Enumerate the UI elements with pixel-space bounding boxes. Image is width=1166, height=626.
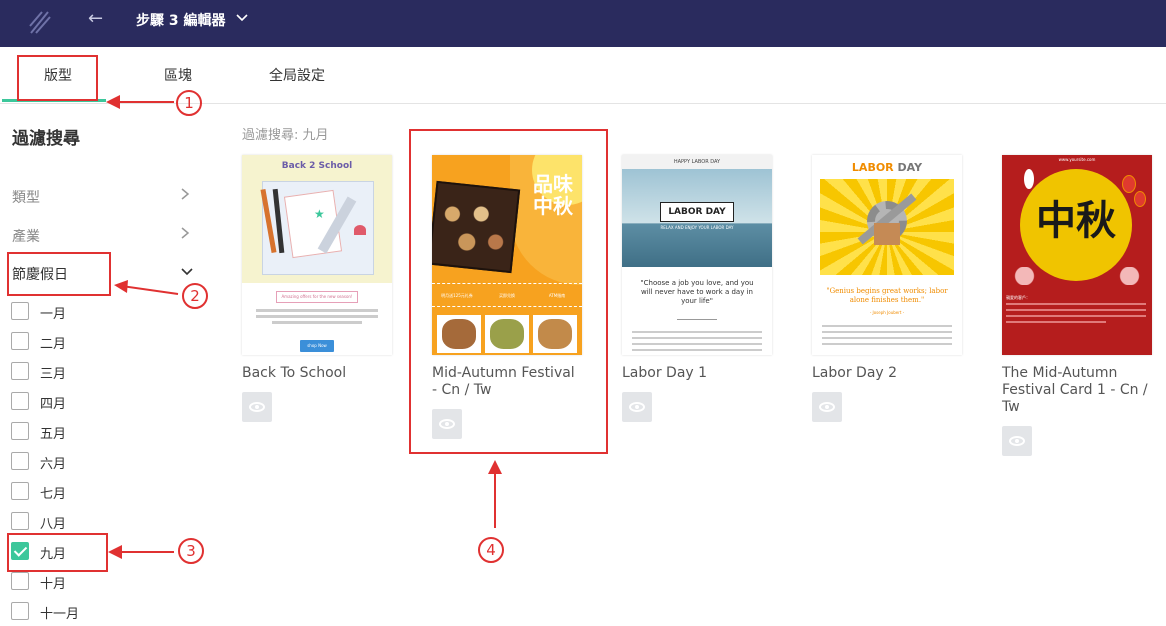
thumb-title: 中秋 (1036, 197, 1116, 244)
preview-eye-icon[interactable] (242, 392, 272, 422)
template-name: The Mid-Autumn Festival Card 1 - Cn / Tw (1002, 365, 1148, 415)
template-thumbnail-back-to-school[interactable]: Back 2 School ★ Amazing offers for the n… (242, 155, 392, 355)
checkbox[interactable] (11, 602, 29, 620)
filter-category-type[interactable]: 類型 (12, 187, 192, 207)
month-label: 六月 (40, 457, 67, 472)
filter-category-label: 類型 (12, 190, 40, 206)
preview-eye-icon[interactable] (812, 392, 842, 422)
annotation-box-layout-tab (17, 55, 98, 101)
thumb-greeting: 親愛的客戶： (1006, 295, 1030, 300)
checkbox[interactable] (11, 302, 29, 320)
thumb-banner: Back 2 School (281, 161, 353, 171)
checkbox[interactable] (11, 572, 29, 590)
preview-eye-icon[interactable] (622, 392, 652, 422)
annotation-box-september (7, 533, 108, 572)
checkbox[interactable] (11, 482, 29, 500)
checkbox[interactable] (11, 392, 29, 410)
tab-blocks[interactable]: 區塊 (164, 65, 192, 85)
thumb-title-a: LABOR (851, 161, 894, 174)
checkbox[interactable] (11, 422, 29, 440)
annotation-number: 1 (176, 90, 202, 116)
template-name: Labor Day 2 (812, 365, 898, 381)
annotation-arrow (106, 95, 174, 109)
chevron-down-icon (181, 268, 193, 276)
thumb-quote: "Genius begins great works; labor alone … (826, 287, 948, 304)
logo-icon (29, 11, 51, 34)
annotation-arrow (108, 545, 174, 559)
filter-category-label: 產業 (12, 229, 40, 245)
thumb-quote: "Choose a job you love, and you will nev… (640, 279, 754, 305)
top-bar: ← 步驟 3 編輯器 (0, 0, 1166, 47)
month-label: 十月 (40, 577, 67, 592)
template-name: Labor Day 1 (622, 365, 708, 381)
thumb-offer-box: Amazing offers for the new season! (276, 291, 358, 303)
checkbox[interactable] (11, 452, 29, 470)
month-label: 五月 (40, 427, 67, 442)
chevron-right-icon (181, 227, 190, 239)
thumb-url: www.yoursite.com (1058, 157, 1096, 162)
preview-eye-icon[interactable] (1002, 426, 1032, 456)
month-label: 七月 (40, 487, 67, 502)
month-label: 八月 (40, 517, 67, 532)
tab-global-settings[interactable]: 全局設定 (269, 65, 325, 85)
filter-category-industry[interactable]: 產業 (12, 226, 192, 246)
annotation-box-holidays (7, 252, 111, 296)
checkbox[interactable] (11, 362, 29, 380)
thumb-top: HAPPY LABOR DAY (622, 155, 772, 169)
checkbox[interactable] (11, 512, 29, 530)
thumb-shop-button: shop Now (300, 340, 334, 352)
template-thumbnail-labor-day-1[interactable]: HAPPY LABOR DAY LABOR DAY RELAX AND ENJO… (622, 155, 772, 355)
filter-title: 過濾搜尋 (12, 129, 80, 149)
step-title: 步驟 3 編輯器 (136, 13, 226, 29)
month-label: 一月 (40, 307, 67, 322)
chevron-right-icon (181, 188, 190, 200)
annotation-arrow (488, 460, 502, 528)
annotation-number: 3 (178, 538, 204, 564)
checkbox[interactable] (11, 332, 29, 350)
thumb-sub: RELAX AND ENJOY YOUR LABOR DAY (660, 225, 734, 230)
back-arrow-icon[interactable]: ← (88, 8, 103, 29)
template-thumbnail-labor-day-2[interactable]: LABOR DAY "Genius begins great works; la… (812, 155, 962, 355)
chevron-down-icon[interactable] (236, 12, 248, 24)
month-label: 三月 (40, 367, 67, 382)
annotation-number: 4 (478, 537, 504, 563)
thumb-author: - Joseph Joubert - (869, 310, 905, 315)
month-label: 四月 (40, 397, 67, 412)
thumb-title-b: DAY (897, 161, 923, 174)
template-thumbnail-mid-autumn-card[interactable]: www.yoursite.com 中秋 親愛的客戶： (1002, 155, 1152, 355)
month-label: 二月 (40, 337, 67, 352)
search-filter-label: 過濾搜尋: 九月 (242, 128, 329, 143)
template-name: Back To School (242, 365, 347, 381)
thumb-badge: LABOR DAY (660, 202, 734, 222)
annotation-arrow (114, 280, 179, 295)
annotation-number: 2 (182, 283, 208, 309)
month-label: 十一月 (40, 607, 80, 622)
annotation-box-selected-template (409, 129, 608, 454)
